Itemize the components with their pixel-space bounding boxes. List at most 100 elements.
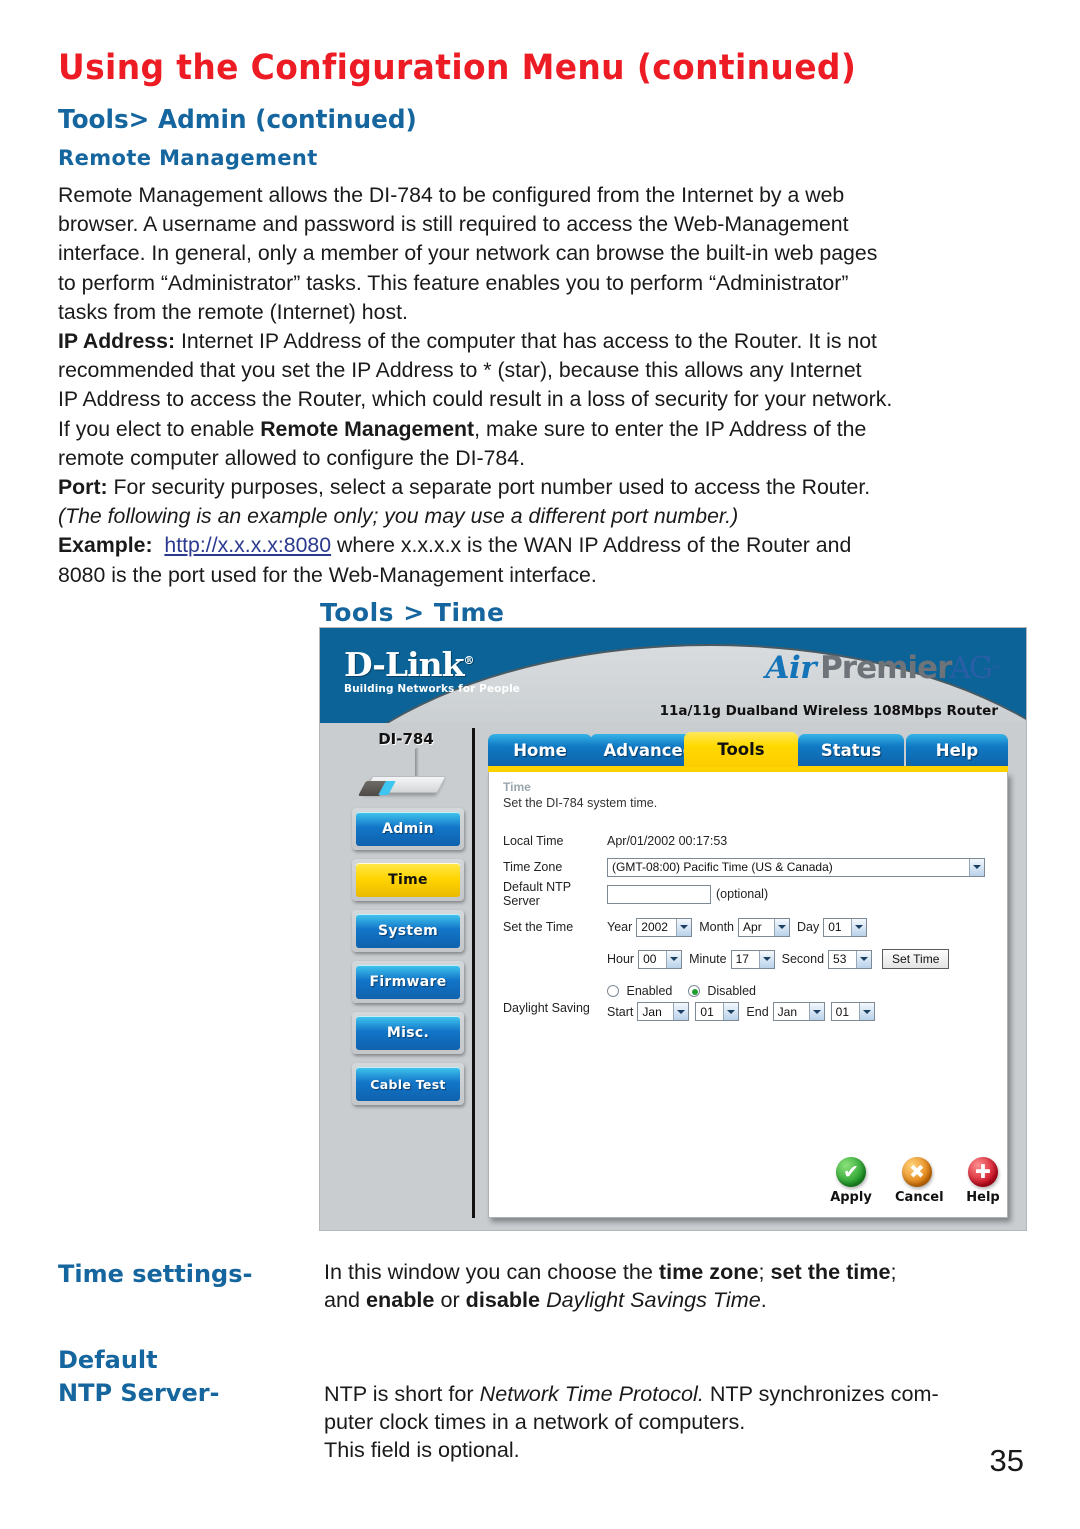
tab-help[interactable]: Help — [906, 734, 1008, 767]
definition-term: Default NTP Server- — [58, 1344, 324, 1464]
help-button[interactable]: ✚ Help — [961, 1157, 1005, 1205]
cancel-button[interactable]: ✖ Cancel — [895, 1157, 944, 1205]
chevron-down-icon[interactable] — [808, 1003, 824, 1020]
dst-disabled-radio[interactable] — [687, 985, 700, 997]
definition-time-settings: Time settings- In this window you can ch… — [58, 1258, 1026, 1314]
enable-emphasis: enable — [366, 1287, 435, 1312]
page-title-bar: Using the Configuration Menu (continued) — [58, 48, 1018, 88]
time-zone-label: Time Zone — [503, 860, 563, 874]
port-note: (The following is an example only; you m… — [58, 501, 1011, 530]
sidebar-item-time[interactable]: Time — [352, 859, 464, 901]
month-select[interactable]: Apr — [738, 917, 791, 937]
example-url-link[interactable]: http://x.x.x.x:8080 — [164, 532, 331, 557]
dst-end-month-select[interactable]: Jan — [772, 1002, 825, 1021]
page-number: 35 — [989, 1443, 1024, 1478]
manual-page: Using the Configuration Menu (continued)… — [0, 0, 1080, 1529]
definition-text: In this window you can choose the time z… — [324, 1258, 1026, 1314]
router-content-panel: Time Set the DI-784 system time. Local T… — [488, 772, 1008, 1218]
second-select[interactable]: 53 — [828, 949, 873, 969]
chevron-down-icon[interactable] — [858, 1003, 874, 1020]
chevron-down-icon[interactable] — [851, 918, 867, 936]
apply-button[interactable]: ✔ Apply — [829, 1157, 873, 1205]
ip-address-label: IP Address: — [58, 328, 176, 354]
chevron-down-icon[interactable] — [723, 1003, 739, 1020]
remote-management-emphasis: Remote Management — [260, 415, 475, 441]
premier-wordmark: Premier — [820, 650, 952, 686]
set-time-button[interactable]: Set Time — [882, 949, 950, 969]
dst-start-day-select[interactable]: 01 — [695, 1002, 740, 1021]
definition-line: In this window you can choose the time z… — [324, 1258, 1026, 1286]
sidebar-item-admin[interactable]: Admin — [352, 808, 464, 850]
day-label: Day — [797, 920, 820, 934]
time-zone-select[interactable]: (GMT-08:00) Pacific Time (US & Canada) — [607, 857, 985, 877]
sidebar-item-label: Firmware — [369, 974, 447, 990]
ntp-optional-note: (optional) — [716, 887, 769, 901]
minute-select[interactable]: 17 — [730, 949, 775, 969]
paragraph-line: 8080 is the port used for the Web-Manage… — [58, 561, 597, 587]
sidebar-item-system[interactable]: System — [352, 910, 464, 952]
section-heading: Tools> Admin (continued) — [58, 105, 417, 135]
chevron-down-icon[interactable] — [758, 950, 774, 968]
air-wordmark: Air — [765, 650, 817, 686]
form-row-set-the-time: Set the Time Year 2002 Month Apr Day 01 — [503, 914, 995, 940]
local-time-value: Apr/01/2002 00:17:53 — [607, 834, 728, 848]
body-copy: Remote Management allows the DI-784 to b… — [58, 180, 1011, 589]
year-select[interactable]: 2002 — [636, 917, 693, 937]
year-selected-value: 2002 — [641, 920, 668, 934]
chevron-down-icon[interactable] — [969, 858, 984, 876]
day-select[interactable]: 01 — [823, 917, 868, 937]
dst-end-day-select[interactable]: 01 — [830, 1002, 875, 1021]
chevron-down-icon[interactable] — [666, 950, 682, 968]
dst-enabled-radio[interactable] — [607, 985, 619, 997]
month-selected-value: Apr — [743, 920, 762, 934]
chevron-down-icon[interactable] — [673, 1003, 689, 1020]
figure-caption: Tools > Time — [320, 598, 505, 627]
dst-start-month-select[interactable]: Jan — [637, 1002, 690, 1021]
port-paragraph: Port: For security purposes, select a se… — [58, 472, 1011, 501]
text-run: If you elect to enable — [58, 415, 261, 441]
sidebar-item-label: Cable Test — [370, 1076, 446, 1092]
paragraph-line: If you elect to enable Remote Management… — [58, 414, 1011, 443]
paragraph-line: tasks from the remote (Internet) host. — [58, 298, 408, 324]
chevron-down-icon[interactable] — [774, 918, 790, 936]
tab-label: Help — [935, 741, 979, 760]
form-row-ntp-server: Default NTP Server (optional) — [503, 880, 995, 908]
tab-tools[interactable]: Tools — [684, 732, 798, 767]
sidebar-item-cable-test[interactable]: Cable Test — [352, 1063, 464, 1105]
chevron-down-icon[interactable] — [856, 950, 872, 968]
page-title: Using the Configuration Menu (continued) — [58, 48, 857, 88]
paragraph-line: browser. A username and password is stil… — [58, 211, 849, 237]
definition-list: Time settings- In this window you can ch… — [58, 1258, 1026, 1466]
tab-home[interactable]: Home — [488, 734, 592, 767]
sidebar-item-firmware[interactable]: Firmware — [352, 961, 464, 1003]
ip-address-text: Internet IP Address of the computer that… — [175, 328, 877, 354]
minute-label: Minute — [689, 952, 727, 966]
registered-mark-icon: ® — [463, 654, 475, 667]
tab-label: Tools — [717, 740, 765, 759]
tab-label: Home — [513, 741, 567, 760]
year-label: Year — [607, 920, 633, 934]
check-icon: ✔ — [836, 1157, 866, 1187]
panel-heading: Time — [503, 780, 531, 794]
definition-text: NTP is short for Network Time Protocol. … — [324, 1344, 1026, 1464]
ag-wordmark: AG — [949, 651, 993, 686]
definition-term: Time settings- — [58, 1258, 324, 1314]
dst-start-day-value: 01 — [700, 1004, 714, 1019]
hour-select[interactable]: 00 — [638, 949, 683, 969]
dlink-tagline: Building Networks for People — [344, 683, 521, 695]
sidebar-item-misc[interactable]: Misc. — [352, 1012, 464, 1054]
definition-term-line: NTP Server- — [58, 1379, 220, 1407]
ntp-server-input[interactable] — [607, 884, 711, 904]
definition-line: puter clock times in a network of comput… — [324, 1409, 746, 1434]
tab-label: Status — [820, 741, 882, 760]
paragraph-line: IP Address to access the Router, which c… — [58, 386, 893, 412]
port-text: For security purposes, select a separate… — [107, 474, 871, 500]
text-run: , make sure to enter the IP Address of t… — [474, 415, 867, 441]
plus-icon: ✚ — [968, 1157, 998, 1187]
panel-description: Set the DI-784 system time. — [503, 796, 658, 810]
chevron-down-icon[interactable] — [676, 918, 692, 936]
close-icon: ✖ — [902, 1157, 932, 1187]
sidebar-item-label: Time — [388, 872, 428, 888]
tab-status[interactable]: Status — [798, 734, 904, 767]
trademark-mark-icon: ™ — [991, 663, 1000, 674]
